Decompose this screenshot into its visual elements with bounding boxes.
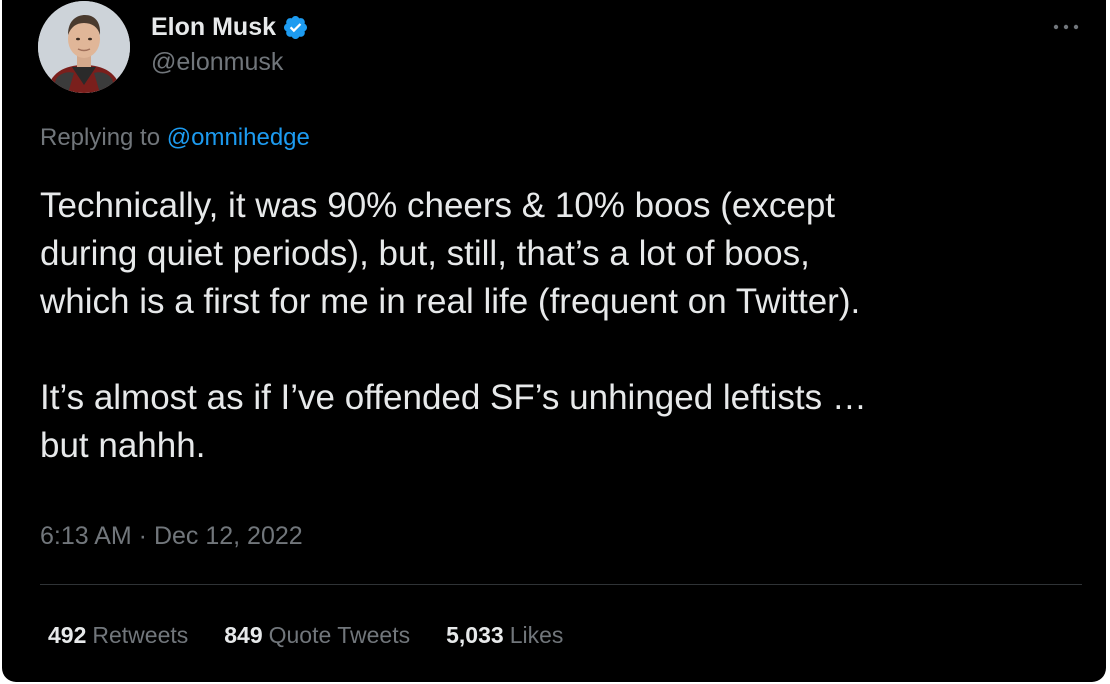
retweets-label: Retweets xyxy=(92,622,189,648)
author-handle[interactable]: @elonmusk xyxy=(151,47,283,77)
quote-tweets-count: 849 xyxy=(224,622,263,648)
tweet-timestamp[interactable]: 6:13 AM · Dec 12, 2022 xyxy=(40,520,303,552)
reply-mention-link[interactable]: @omnihedge xyxy=(167,124,310,151)
divider xyxy=(40,584,1082,585)
quote-tweets-label: Quote Tweets xyxy=(268,622,411,648)
more-dots-icon[interactable] xyxy=(1052,20,1080,34)
quote-tweets-stat[interactable]: 849 Quote Tweets xyxy=(224,620,410,650)
likes-label: Likes xyxy=(509,622,564,648)
likes-stat[interactable]: 5,033 Likes xyxy=(446,620,563,650)
engagement-stats: 492 Retweets 849 Quote Tweets 5,033 Likes xyxy=(48,620,599,650)
reply-context: Replying to @omnihedge xyxy=(40,123,310,153)
tweet-text: Technically, it was 90% cheers & 10% boo… xyxy=(40,186,867,465)
reply-prefix: Replying to xyxy=(40,124,167,151)
likes-count: 5,033 xyxy=(446,622,504,648)
retweets-stat[interactable]: 492 Retweets xyxy=(48,620,188,650)
profile-photo-icon xyxy=(38,1,130,93)
author-display-name[interactable]: Elon Musk xyxy=(151,12,276,42)
author-name-row[interactable]: Elon Musk xyxy=(151,12,309,42)
retweets-count: 492 xyxy=(48,622,87,648)
tweet-card: Elon Musk @elonmusk Replying to @omnihed… xyxy=(2,0,1106,682)
verified-badge-icon xyxy=(283,15,308,39)
avatar[interactable] xyxy=(38,1,130,93)
